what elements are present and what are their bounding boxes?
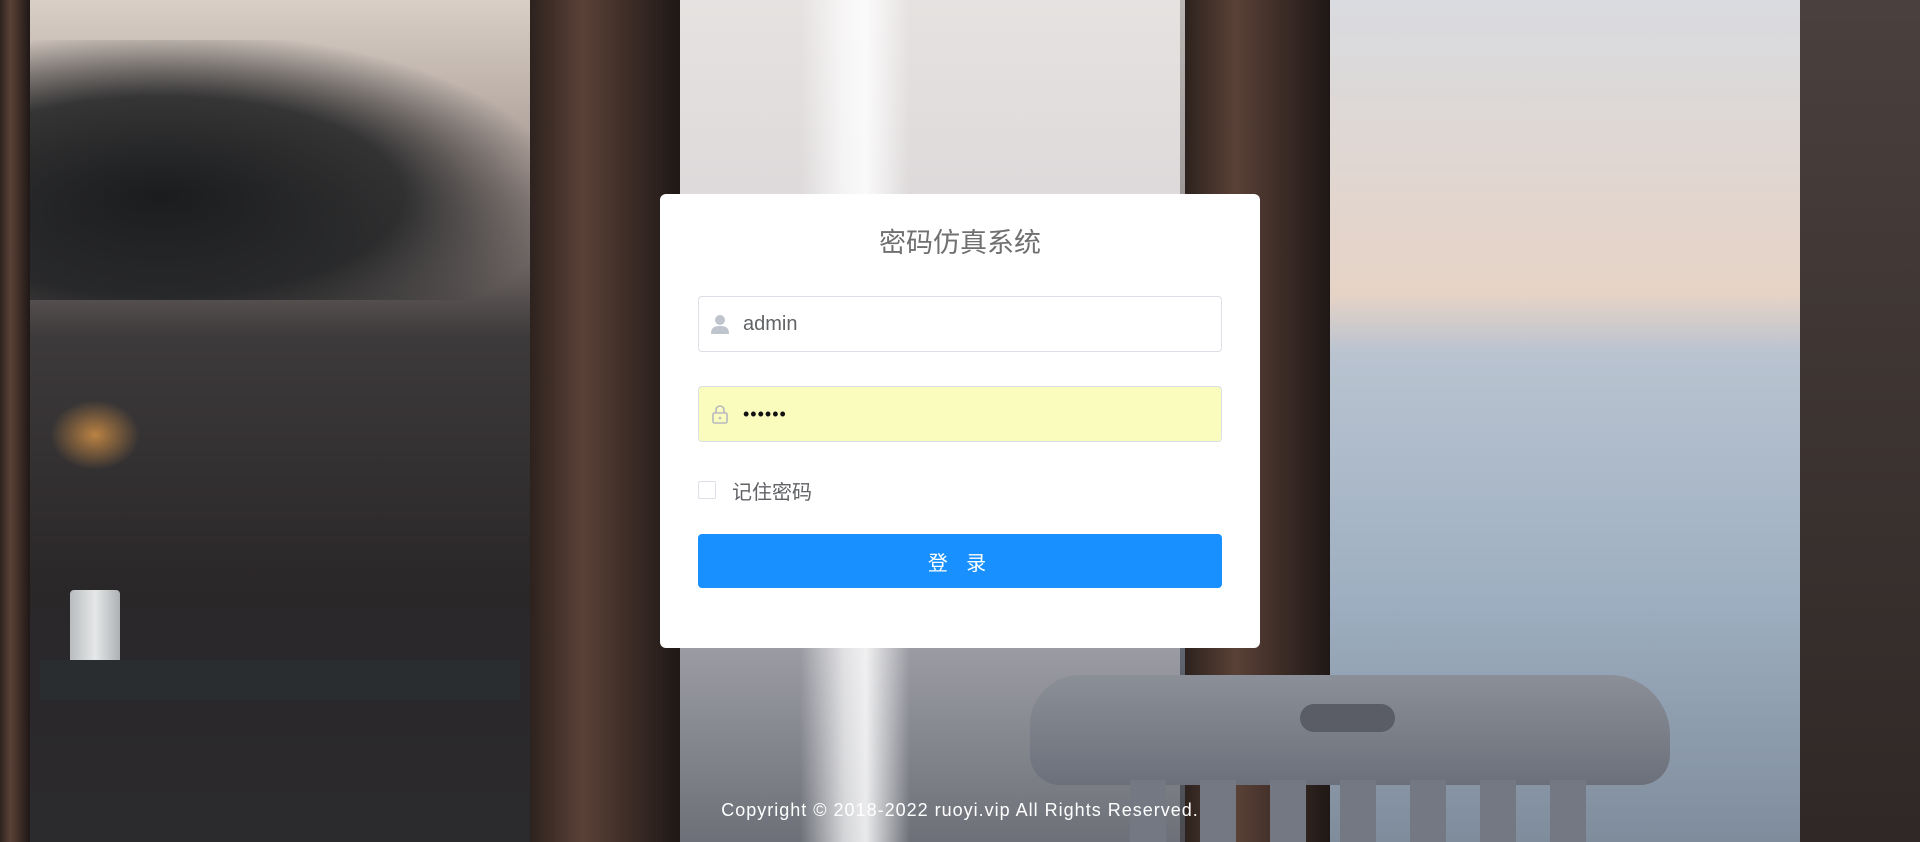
password-field[interactable] [698,386,1222,442]
user-icon [709,313,731,335]
login-button[interactable]: 登 录 [698,534,1222,588]
footer-copyright: Copyright © 2018-2022 ruoyi.vip All Righ… [721,800,1199,820]
login-form: 密码仿真系统 记住密码 登 录 [660,194,1260,648]
password-input[interactable] [743,387,1203,441]
lock-icon [709,403,731,425]
remember-label[interactable]: 记住密码 [732,476,812,505]
username-input[interactable] [743,297,1203,351]
remember-checkbox[interactable] [698,481,716,499]
login-title: 密码仿真系统 [879,228,1041,259]
remember-me[interactable]: 记住密码 [698,476,1222,505]
username-field[interactable] [698,296,1222,352]
